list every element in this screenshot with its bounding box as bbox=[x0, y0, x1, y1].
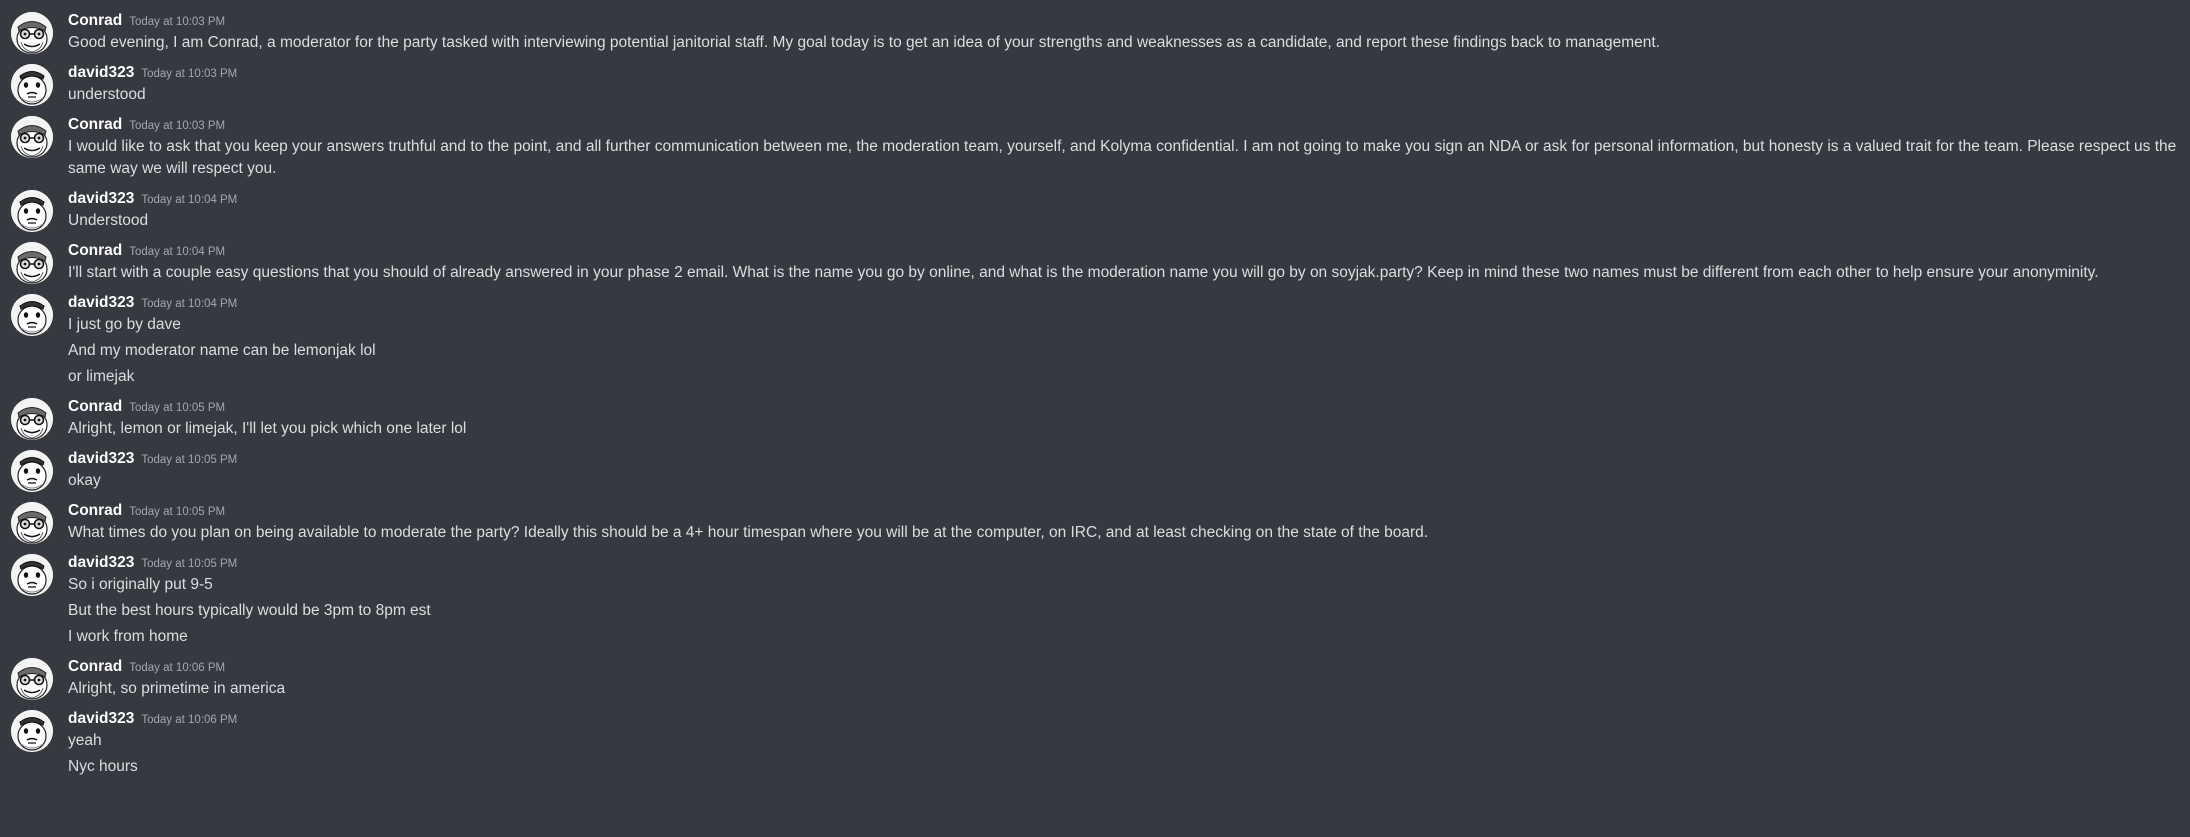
message-header: Conrad Today at 10:06 PM bbox=[68, 656, 2178, 678]
message-body: So i originally put 9-5 But the best hour… bbox=[68, 574, 2178, 648]
username[interactable]: david323 bbox=[68, 64, 134, 81]
message-list: Conrad Today at 10:03 PM Good evening, I a… bbox=[0, 0, 2190, 837]
username[interactable]: Conrad bbox=[68, 12, 122, 29]
message-header: david323 Today at 10:04 PM bbox=[68, 292, 2178, 314]
message-group: david323 Today at 10:05 PM okay bbox=[0, 448, 2190, 492]
timestamp: Today at 10:06 PM bbox=[129, 662, 226, 674]
message-body: What times do you plan on being availabl… bbox=[68, 522, 2178, 544]
username[interactable]: david323 bbox=[68, 190, 134, 207]
username[interactable]: Conrad bbox=[68, 658, 122, 675]
message-header: david323 Today at 10:06 PM bbox=[68, 708, 2178, 730]
message-body: Good evening, I am Conrad, a moderator f… bbox=[68, 32, 2178, 54]
message-header: Conrad Today at 10:03 PM bbox=[68, 10, 2178, 32]
message-group: david323 Today at 10:03 PM understood bbox=[0, 62, 2190, 106]
timestamp: Today at 10:05 PM bbox=[129, 402, 226, 414]
message-text: But the best hours typically would be 3p… bbox=[68, 602, 431, 619]
conrad-avatar-icon[interactable] bbox=[11, 502, 53, 544]
message-body: yeah Nyc hours bbox=[68, 730, 2178, 778]
message-body: I would like to ask that you keep your a… bbox=[68, 136, 2178, 180]
conrad-avatar-icon[interactable] bbox=[11, 242, 53, 284]
conrad-avatar-icon[interactable] bbox=[11, 12, 53, 54]
message-text: And my moderator name can be lemonjak lo… bbox=[68, 342, 376, 359]
message-group: Conrad Today at 10:03 PM Good evening, I a… bbox=[0, 10, 2190, 54]
message-group: david323 Today at 10:04 PM I just go by da… bbox=[0, 292, 2190, 388]
message-header: Conrad Today at 10:05 PM bbox=[68, 396, 2178, 418]
message-body: I'll start with a couple easy questions … bbox=[68, 262, 2178, 284]
message-text: Alright, so primetime in america bbox=[68, 680, 286, 697]
message-group: Conrad Today at 10:06 PM Alright, so prime… bbox=[0, 656, 2190, 700]
conrad-avatar-icon[interactable] bbox=[11, 398, 53, 440]
message-group: Conrad Today at 10:03 PM I would like to a… bbox=[0, 114, 2190, 180]
username[interactable]: Conrad bbox=[68, 502, 122, 519]
message-group: david323 Today at 10:05 PM So i originally… bbox=[0, 552, 2190, 648]
message-body: okay bbox=[68, 470, 2178, 492]
timestamp: Today at 10:05 PM bbox=[129, 506, 226, 518]
message-header: david323 Today at 10:04 PM bbox=[68, 188, 2178, 210]
message-text: Understood bbox=[68, 212, 149, 229]
message-body: I just go by dave And my moderator name c… bbox=[68, 314, 2178, 388]
message-header: david323 Today at 10:05 PM bbox=[68, 552, 2178, 574]
username[interactable]: Conrad bbox=[68, 398, 122, 415]
conrad-avatar-icon[interactable] bbox=[11, 116, 53, 158]
timestamp: Today at 10:04 PM bbox=[129, 246, 226, 258]
message-body: Understood bbox=[68, 210, 2178, 232]
david-avatar-icon[interactable] bbox=[11, 710, 53, 752]
message-text: understood bbox=[68, 86, 146, 103]
message-body: Alright, so primetime in america bbox=[68, 678, 2178, 700]
timestamp: Today at 10:04 PM bbox=[141, 194, 238, 206]
message-text: Nyc hours bbox=[68, 758, 138, 775]
message-text: I'll start with a couple easy questions … bbox=[68, 264, 2099, 281]
david-avatar-icon[interactable] bbox=[11, 554, 53, 596]
message-body: understood bbox=[68, 84, 2178, 106]
message-header: Conrad Today at 10:03 PM bbox=[68, 114, 2178, 136]
timestamp: Today at 10:03 PM bbox=[141, 68, 238, 80]
timestamp: Today at 10:06 PM bbox=[141, 714, 238, 726]
david-avatar-icon[interactable] bbox=[11, 450, 53, 492]
username[interactable]: Conrad bbox=[68, 116, 122, 133]
message-group: david323 Today at 10:04 PM Understood bbox=[0, 188, 2190, 232]
message-text: I would like to ask that you keep your a… bbox=[68, 138, 2177, 177]
username[interactable]: david323 bbox=[68, 710, 134, 727]
conrad-avatar-icon[interactable] bbox=[11, 658, 53, 700]
message-header: david323 Today at 10:05 PM bbox=[68, 448, 2178, 470]
timestamp: Today at 10:05 PM bbox=[141, 454, 238, 466]
message-group: david323 Today at 10:06 PM yeah Nyc hours bbox=[0, 708, 2190, 778]
message-header: Conrad Today at 10:04 PM bbox=[68, 240, 2178, 262]
david-avatar-icon[interactable] bbox=[11, 64, 53, 106]
message-text: Good evening, I am Conrad, a moderator f… bbox=[68, 34, 1660, 51]
message-group: Conrad Today at 10:04 PM I'll start with a… bbox=[0, 240, 2190, 284]
david-avatar-icon[interactable] bbox=[11, 190, 53, 232]
timestamp: Today at 10:04 PM bbox=[141, 298, 238, 310]
message-text: or limejak bbox=[68, 368, 135, 385]
timestamp: Today at 10:03 PM bbox=[129, 120, 226, 132]
message-header: Conrad Today at 10:05 PM bbox=[68, 500, 2178, 522]
timestamp: Today at 10:05 PM bbox=[141, 558, 238, 570]
username[interactable]: david323 bbox=[68, 294, 134, 311]
timestamp: Today at 10:03 PM bbox=[129, 16, 226, 28]
username[interactable]: david323 bbox=[68, 554, 134, 571]
message-header: david323 Today at 10:03 PM bbox=[68, 62, 2178, 84]
message-text: So i originally put 9-5 bbox=[68, 576, 213, 593]
david-avatar-icon[interactable] bbox=[11, 294, 53, 336]
message-group: Conrad Today at 10:05 PM What times do you… bbox=[0, 500, 2190, 544]
message-text: What times do you plan on being availabl… bbox=[68, 524, 1429, 541]
message-text: I just go by dave bbox=[68, 316, 181, 333]
message-text: yeah bbox=[68, 732, 102, 749]
message-text: Alright, lemon or limejak, I'll let you … bbox=[68, 420, 467, 437]
username[interactable]: david323 bbox=[68, 450, 134, 467]
message-text: okay bbox=[68, 472, 101, 489]
username[interactable]: Conrad bbox=[68, 242, 122, 259]
message-body: Alright, lemon or limejak, I'll let you … bbox=[68, 418, 2178, 440]
message-text: I work from home bbox=[68, 628, 188, 645]
message-group: Conrad Today at 10:05 PM Alright, lemon or… bbox=[0, 396, 2190, 440]
